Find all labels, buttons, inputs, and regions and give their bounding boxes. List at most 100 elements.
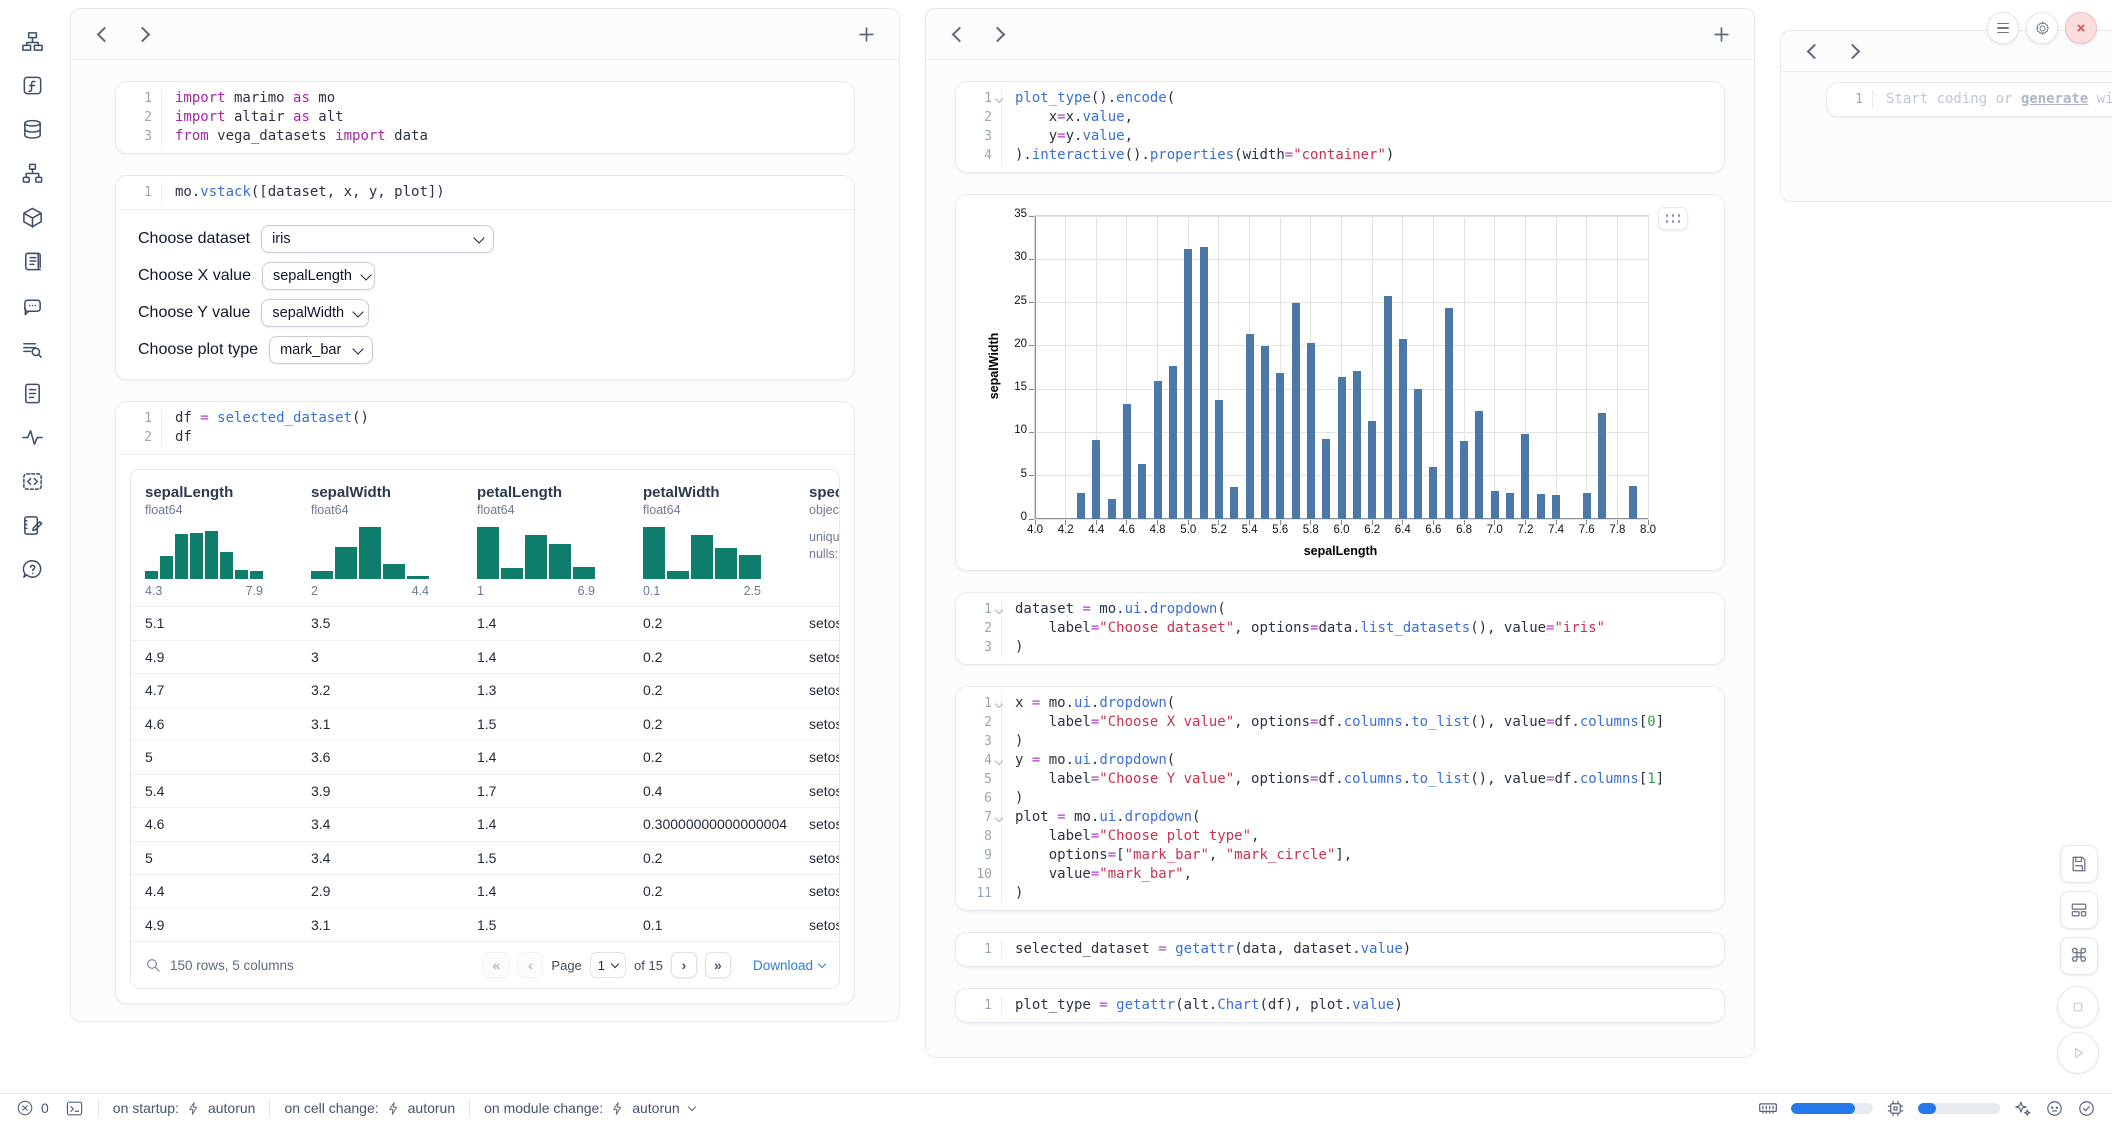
assistant-button[interactable]: [2045, 1099, 2064, 1118]
code-line: 1dataset = mo.ui.dropdown(: [956, 600, 1724, 619]
chevron-down-icon: [360, 269, 371, 280]
search-icon[interactable]: [145, 957, 161, 973]
scroll-right-button[interactable]: [982, 19, 1012, 49]
cell-dataframe[interactable]: 1df = selected_dataset()2df sepalLengthf…: [115, 401, 855, 1004]
download-button[interactable]: Download: [753, 958, 825, 973]
chart-options-button[interactable]: [1658, 207, 1688, 230]
sidebar-documentation-button[interactable]: [17, 378, 47, 408]
next-page-button[interactable]: ›: [671, 952, 697, 978]
keyboard-shortcuts-button[interactable]: ⌘: [2060, 937, 2098, 975]
chevron-left-icon: [951, 26, 967, 42]
add-cell-button[interactable]: [851, 19, 881, 49]
layout-button[interactable]: [2060, 891, 2098, 929]
add-cell-button[interactable]: [1706, 19, 1736, 49]
code-editor[interactable]: 1plot_type = getattr(alt.Chart(df), plot…: [956, 989, 1724, 1022]
column-header-sepalLength[interactable]: sepalLengthfloat644.37.9: [139, 484, 305, 598]
cell-plot-type[interactable]: 1plot_type = getattr(alt.Chart(df), plot…: [955, 988, 1725, 1023]
terminal-button[interactable]: [65, 1099, 84, 1118]
code-editor[interactable]: 1dataset = mo.ui.dropdown(2 label="Choos…: [956, 593, 1724, 664]
x-value-select[interactable]: sepalLength: [262, 262, 375, 290]
table-row[interactable]: 5.13.51.40.2setos: [131, 606, 839, 640]
table-row[interactable]: 4.931.40.2setos: [131, 640, 839, 674]
cell-empty[interactable]: 1 Start coding or generate with AI: [1826, 82, 2112, 117]
y-value-select[interactable]: sepalWidth: [261, 299, 369, 327]
column-header-petalLength[interactable]: petalLengthfloat6416.9: [471, 484, 637, 598]
plot-type-label: Choose plot type: [138, 341, 258, 359]
menu-button[interactable]: [1987, 12, 2019, 44]
fold-chevron-icon[interactable]: [995, 757, 1003, 765]
error-count-badge[interactable]: 0: [16, 1099, 49, 1117]
sidebar-dependencies-button[interactable]: [17, 158, 47, 188]
on-cell-change-setting[interactable]: on cell change:autorun: [284, 1100, 455, 1116]
close-panel-button[interactable]: ×: [2065, 12, 2097, 44]
column-header-petalWidth[interactable]: petalWidthfloat640.12.5: [637, 484, 803, 598]
generate-with-ai-link[interactable]: generate: [2021, 91, 2088, 107]
cell-xy-plot-dropdowns[interactable]: 1x = mo.ui.dropdown(2 label="Choose X va…: [955, 686, 1725, 911]
table-cell: 4.6: [131, 716, 297, 732]
column-header-sepalWidth[interactable]: sepalWidthfloat6424.4: [305, 484, 471, 598]
sidebar-functions-button[interactable]: [17, 70, 47, 100]
sidebar-chat-button[interactable]: [17, 290, 47, 320]
table-row[interactable]: 4.93.11.50.1setos: [131, 908, 839, 942]
code-text: df: [162, 428, 192, 447]
stop-button[interactable]: [2057, 986, 2099, 1028]
sidebar-file-tree-button[interactable]: [17, 26, 47, 56]
cpu-icon: [1886, 1099, 1905, 1118]
table-row[interactable]: 4.63.11.50.2setos: [131, 707, 839, 741]
sidebar-outline-button[interactable]: [17, 246, 47, 276]
code-placeholder[interactable]: Start coding or generate with AI: [1873, 90, 2112, 109]
sidebar-scratchpad-button[interactable]: [17, 510, 47, 540]
scroll-right-button[interactable]: [127, 19, 157, 49]
table-row[interactable]: 4.42.91.40.2setos: [131, 874, 839, 908]
sidebar-help-button[interactable]: [17, 554, 47, 584]
scroll-left-button[interactable]: [89, 19, 119, 49]
column-header-spec[interactable]: specobjecuniqunulls:: [803, 484, 840, 598]
packages-icon: [21, 206, 44, 229]
dataset-select[interactable]: iris: [261, 225, 494, 253]
table-cell: setos: [795, 682, 840, 698]
plot-type-select[interactable]: mark_bar: [269, 336, 373, 364]
code-editor[interactable]: 1 Start coding or generate with AI: [1827, 83, 2112, 116]
table-row[interactable]: 4.63.41.40.30000000000000004setos: [131, 807, 839, 841]
table-row[interactable]: 4.73.21.30.2setos: [131, 673, 839, 707]
cell-plot-encode[interactable]: 1plot_type().encode(2 x=x.value,3 y=y.va…: [955, 81, 1725, 173]
on-startup-setting[interactable]: on startup:autorun: [113, 1100, 256, 1116]
column-range: 4.37.9: [145, 584, 263, 598]
fold-chevron-icon[interactable]: [995, 814, 1003, 822]
sidebar-tracing-button[interactable]: [17, 422, 47, 452]
scroll-right-button[interactable]: [1837, 36, 1867, 66]
fold-chevron-icon[interactable]: [995, 606, 1003, 614]
code-editor[interactable]: 1selected_dataset = getattr(data, datase…: [956, 933, 1724, 966]
save-button[interactable]: [2060, 845, 2098, 883]
sidebar-snippets-button[interactable]: [17, 466, 47, 496]
connection-status-button[interactable]: [2077, 1099, 2096, 1118]
table-row[interactable]: 53.61.40.2setos: [131, 740, 839, 774]
cell-selected-dataset[interactable]: 1selected_dataset = getattr(data, datase…: [955, 932, 1725, 967]
ai-assist-button[interactable]: [2013, 1099, 2032, 1118]
scroll-left-button[interactable]: [1799, 36, 1829, 66]
code-editor[interactable]: 1x = mo.ui.dropdown(2 label="Choose X va…: [956, 687, 1724, 910]
code-editor[interactable]: 1plot_type().encode(2 x=x.value,3 y=y.va…: [956, 82, 1724, 172]
last-page-button[interactable]: »: [705, 952, 731, 978]
code-editor[interactable]: 1df = selected_dataset()2df: [116, 402, 854, 454]
scroll-left-button[interactable]: [944, 19, 974, 49]
page-select[interactable]: 1: [590, 952, 626, 978]
fold-chevron-icon[interactable]: [995, 700, 1003, 708]
sidebar-logs-button[interactable]: [17, 334, 47, 364]
prev-page-button[interactable]: ‹: [517, 952, 543, 978]
table-row[interactable]: 5.43.91.70.4setos: [131, 774, 839, 808]
sidebar-packages-button[interactable]: [17, 202, 47, 232]
fold-chevron-icon[interactable]: [995, 95, 1003, 103]
sidebar-datasources-button[interactable]: [17, 114, 47, 144]
first-page-button[interactable]: «: [483, 952, 509, 978]
settings-button[interactable]: [2026, 12, 2058, 44]
code-editor[interactable]: 1import marimo as mo2import altair as al…: [116, 82, 854, 153]
run-all-button[interactable]: [2057, 1032, 2099, 1074]
on-module-change-setting[interactable]: on module change:autorun: [484, 1100, 695, 1116]
cell-dataset-dropdown[interactable]: 1dataset = mo.ui.dropdown(2 label="Choos…: [955, 592, 1725, 665]
table-row[interactable]: 53.41.50.2setos: [131, 841, 839, 875]
code-editor[interactable]: 1mo.vstack([dataset, x, y, plot]): [116, 176, 854, 209]
bar-chart[interactable]: 4.04.24.44.64.85.05.25.45.65.86.06.26.46…: [1034, 215, 1649, 520]
cell-imports[interactable]: 1import marimo as mo2import altair as al…: [115, 81, 855, 154]
cell-vstack[interactable]: 1mo.vstack([dataset, x, y, plot]) Choose…: [115, 175, 855, 380]
